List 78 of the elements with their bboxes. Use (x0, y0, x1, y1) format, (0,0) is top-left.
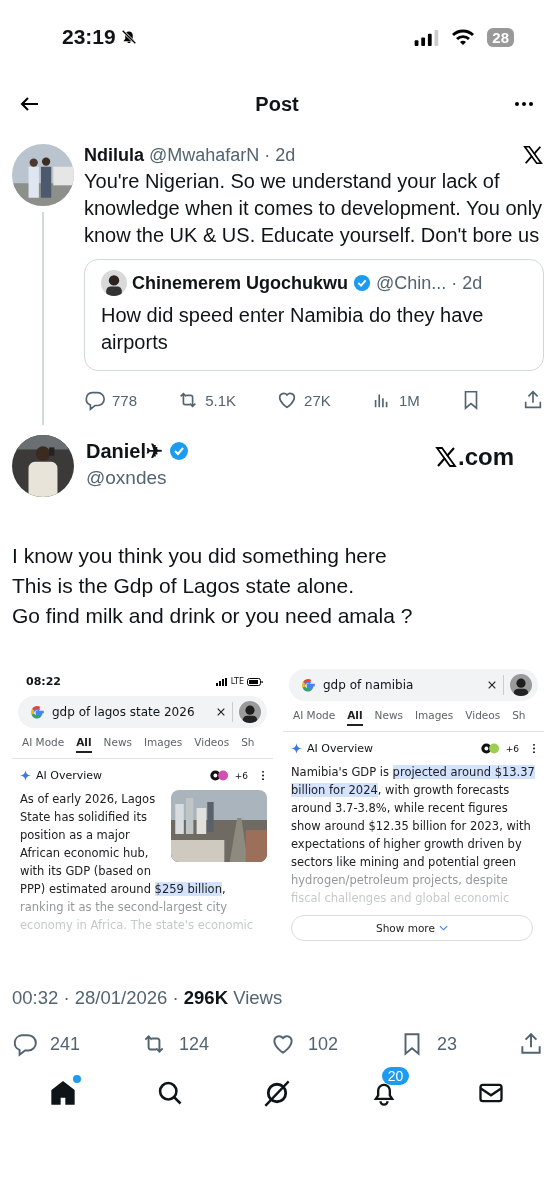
overview-text: As of early 2026, Lagos State has solidified its position as a major African economic hub, with its GDP (based on PPP) estimated around $259 billion, (20, 791, 227, 898)
battery-indicator: 28 (487, 27, 514, 47)
chevron-down-icon (438, 925, 448, 931)
battery-icon (247, 677, 263, 686)
stat-count: 102 (308, 1033, 339, 1055)
signal-icon (413, 28, 440, 46)
stat-count: 27K (304, 391, 331, 409)
share-icon[interactable] (522, 389, 544, 411)
stat-count: 23 (437, 1033, 458, 1055)
post-text-line: This is the Gdp of Lagos state alone. (12, 573, 356, 599)
g-logo-icon (299, 676, 317, 694)
search-tab[interactable]: Sh (241, 736, 255, 753)
g-logo-icon (28, 703, 46, 721)
sparkle-icon (20, 770, 31, 781)
search-tab[interactable]: All (76, 736, 92, 753)
site-label: .com (458, 443, 514, 471)
overview-text-faded: fiscal challenges and global economic (291, 890, 511, 907)
show-more-button[interactable]: Show more (291, 915, 533, 941)
search-tab[interactable]: AI Mode (22, 736, 65, 753)
reply-icon[interactable] (84, 389, 106, 411)
post-text-line: Go find milk and drink or you need amala ? (12, 603, 414, 629)
search-tab[interactable]: News (374, 709, 403, 726)
source-count: +6 (505, 743, 519, 754)
home-icon[interactable] (49, 1079, 78, 1107)
search-field[interactable]: gdp of namibia (289, 669, 538, 701)
quoted-post-time: · 2d (451, 272, 483, 294)
author-name: Daniel✈ (86, 439, 164, 463)
wifi-icon (451, 28, 476, 46)
source-icons (480, 743, 501, 754)
search-tab[interactable]: Sh (512, 709, 526, 726)
sparkle-icon (291, 743, 302, 754)
reply-icon[interactable] (12, 1031, 38, 1057)
signal-icon (215, 677, 228, 686)
search-tab[interactable]: Videos (465, 709, 501, 726)
notification-badge: 20 (381, 1067, 410, 1085)
status-time: 23:19 (62, 25, 116, 49)
close-icon[interactable] (487, 680, 497, 690)
overview-title: AI Overview (36, 769, 103, 782)
stat-count: 241 (50, 1033, 81, 1055)
reply-text: You're Nigerian. So we understand your lack of knowledge when it comes to development. You only know the UK & US. Educate yourself. Don't bore us (84, 169, 544, 248)
status-time: 08:22 (26, 675, 61, 688)
close-icon[interactable] (216, 707, 226, 717)
overview-text-faded: hydrogen/petroleum projects, despite (291, 872, 509, 889)
post-text-line: I know you think you did something here (12, 543, 388, 569)
post-time: · 2d (264, 144, 296, 166)
search-tab[interactable]: AI Mode (293, 709, 336, 726)
quoted-post-text: How did speed enter Namibia do they have airports (101, 303, 485, 355)
stat-count: 778 (112, 391, 138, 409)
overview-text-faded: economy in Africa. The state's economic (20, 917, 255, 934)
source-count: +6 (234, 770, 248, 781)
search-tab[interactable]: Images (414, 709, 454, 726)
quoted-author-handle: @Chin... (376, 272, 447, 294)
stat-count: 124 (179, 1033, 210, 1055)
quoted-author-name: Chinemerem Ugochukwu (132, 272, 349, 294)
search-tab[interactable]: Videos (194, 736, 230, 753)
search-tab[interactable]: Images (143, 736, 183, 753)
search-tab[interactable]: News (103, 736, 132, 753)
search-tab[interactable]: All (347, 709, 363, 726)
more-icon[interactable] (532, 743, 536, 754)
share-icon[interactable] (518, 1031, 544, 1057)
source-icons (209, 770, 230, 781)
network-label: LTE (230, 677, 244, 686)
author-name: Ndilula (84, 144, 144, 166)
slashed-circle-icon[interactable] (263, 1079, 291, 1107)
quoted-post-card[interactable]: Chinemerem Ugochukwu @Chin... · 2d How did speed enter Namibia do they have airports (84, 259, 544, 371)
stat-count: 1M (398, 391, 420, 409)
more-icon[interactable] (261, 770, 265, 781)
overview-text-faded: ranking it as the second-largest city (20, 899, 229, 916)
x-logo-icon (522, 144, 544, 166)
author-handle: @oxndes (86, 467, 168, 489)
overview-title: AI Overview (307, 742, 374, 755)
author-handle: @MwahafarN (149, 144, 260, 166)
stat-count: 5.1K (205, 391, 236, 409)
x-logo-icon (434, 445, 458, 469)
overview-text: Namibia's GDP is projected around $13.37 billion for 2024, with growth forecasts around 3.7-3.8%, while recent figures show around $12.35 billion for 2023, with expectations of higher growth driven by sectors like mining and potential green (291, 764, 536, 871)
page-title: Post (255, 92, 299, 116)
search-field[interactable]: gdp of lagos state 2026 (18, 696, 267, 728)
post-meta: 00:32 · 28/01/2026 · 296K Views (11, 986, 284, 1009)
